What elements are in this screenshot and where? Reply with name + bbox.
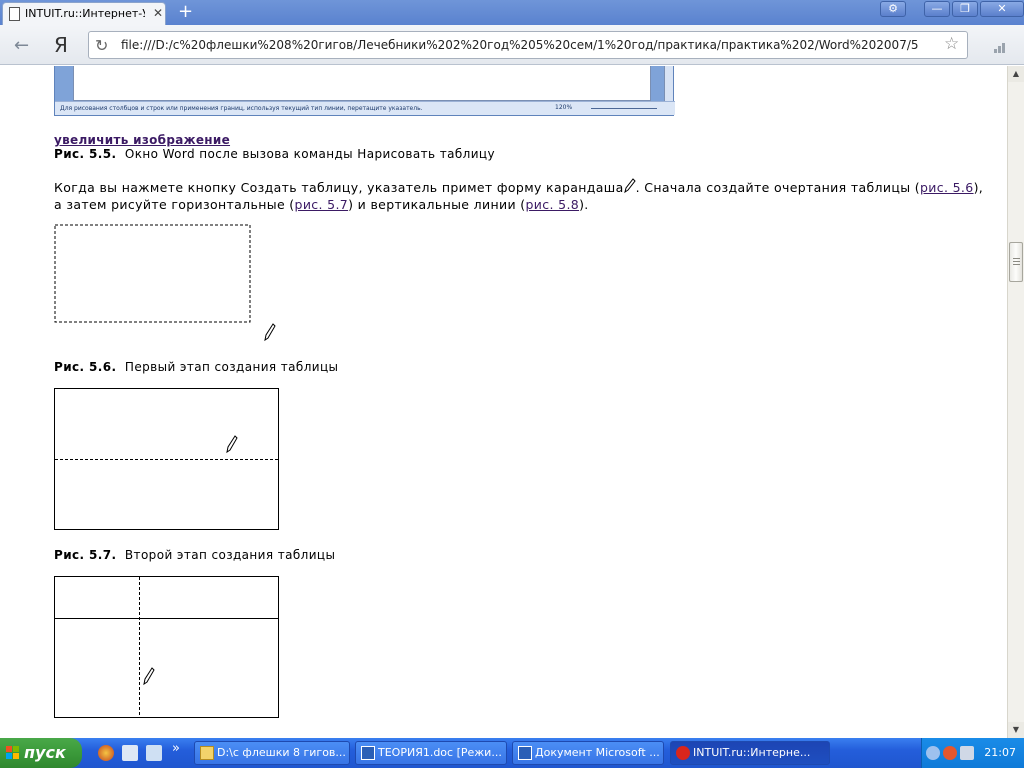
browser-titlebar: INTUIT.ru::Интернет-Ун ✕ + ⚙ — ❐ ✕ xyxy=(0,0,1024,25)
app-quicklaunch-icon[interactable] xyxy=(146,745,162,761)
figure-5-7-text: Второй этап создания таблицы xyxy=(124,548,336,562)
task-browser[interactable]: INTUIT.ru::Интерне... xyxy=(670,741,830,765)
address-url[interactable]: file:///D:/с%20флешки%208%20гигов/Лечебн… xyxy=(121,38,936,52)
quicklaunch-overflow[interactable]: » xyxy=(172,741,180,756)
language-flag-icon[interactable] xyxy=(960,746,974,760)
minimize-button[interactable]: — xyxy=(924,1,950,17)
back-icon[interactable]: ← xyxy=(14,35,29,56)
task-folder-label: D:\с флешки 8 гигов... xyxy=(217,746,346,759)
tray-expand-icon[interactable] xyxy=(926,746,940,760)
browser-quicklaunch-icon[interactable] xyxy=(98,745,114,761)
figure-5-8-image xyxy=(54,576,279,718)
word-zoom-control: 120% xyxy=(555,104,665,113)
new-tab-button[interactable]: + xyxy=(178,1,193,22)
enlarge-image-link[interactable]: увеличить изображение xyxy=(54,133,230,147)
word-icon xyxy=(361,746,375,760)
windows-taskbar: пуск » D:\с флешки 8 гигов... ТЕОРИЯ1.do… xyxy=(0,738,1024,768)
windows-flag-icon xyxy=(6,746,19,759)
task-folder[interactable]: D:\с флешки 8 гигов... xyxy=(194,741,350,765)
start-label: пуск xyxy=(24,743,66,762)
figure-5-7-caption: Рис. 5.7. Второй этап создания таблицы xyxy=(54,548,335,562)
task-word-document[interactable]: Документ Microsoft ... xyxy=(512,741,664,765)
figure-5-7-label: Рис. 5.7. xyxy=(54,548,117,562)
folder-icon xyxy=(200,746,214,760)
figure-5-6-caption: Рис. 5.6. Первый этап создания таблицы xyxy=(54,360,338,374)
yandex-logo[interactable]: Я xyxy=(54,33,68,57)
para-text-1: Когда вы нажмете кнопку Создать таблицу,… xyxy=(54,180,624,195)
figure-5-5-text: Окно Word после вызова команды Нарисоват… xyxy=(124,147,495,161)
browser-tab[interactable]: INTUIT.ru::Интернет-Ун ✕ xyxy=(2,2,166,25)
ref-fig-5-8-link[interactable]: рис. 5.8 xyxy=(526,197,580,212)
para-text-2: . Сначала создайте очертания таблицы ( xyxy=(635,180,920,195)
task-word-theory[interactable]: ТЕОРИЯ1.doc [Режи... xyxy=(355,741,507,765)
figure-5-7-image xyxy=(54,388,279,530)
settings-button[interactable]: ⚙ xyxy=(880,1,906,17)
figure-5-6-label: Рис. 5.6. xyxy=(54,360,117,374)
ref-fig-5-7-link[interactable]: рис. 5.7 xyxy=(295,197,349,212)
figure-5-6-image xyxy=(54,224,276,342)
figure-5-5-caption: Рис. 5.5. Окно Word после вызова команды… xyxy=(54,147,495,161)
para-text-5: ). xyxy=(579,197,589,212)
page-icon xyxy=(9,7,20,21)
navigation-bar: ← Я ↻ file:///D:/с%20флешки%208%20гигов/… xyxy=(0,25,1024,65)
address-bar[interactable]: ↻ file:///D:/с%20флешки%208%20гигов/Лече… xyxy=(88,31,968,59)
page-scrollbar[interactable]: ▲ ▼ xyxy=(1007,66,1024,738)
word-status-text: Для рисования столбцов и строк или приме… xyxy=(60,105,423,112)
scrollbar-thumb[interactable] xyxy=(1009,242,1023,282)
task-browser-label: INTUIT.ru::Интерне... xyxy=(693,746,811,759)
desktop-quicklaunch-icon[interactable] xyxy=(122,745,138,761)
close-window-button[interactable]: ✕ xyxy=(980,1,1024,17)
start-button[interactable]: пуск xyxy=(0,738,82,768)
figure-5-5-label: Рис. 5.5. xyxy=(54,147,117,161)
word-zoom-value: 120% xyxy=(555,104,573,111)
yandex-browser-icon xyxy=(676,746,690,760)
reload-icon[interactable]: ↻ xyxy=(95,36,108,55)
tab-title: INTUIT.ru::Интернет-Ун xyxy=(25,7,145,20)
task-word-document-label: Документ Microsoft ... xyxy=(535,746,660,759)
para-text-4: ) и вертикальные линии ( xyxy=(348,197,526,212)
word-icon xyxy=(518,746,532,760)
word-document-area xyxy=(73,66,651,101)
scroll-up-arrow-icon[interactable]: ▲ xyxy=(1008,66,1024,82)
signal-bars-icon[interactable] xyxy=(994,43,1008,53)
bookmark-star-icon[interactable]: ☆ xyxy=(944,34,959,54)
task-word-theory-label: ТЕОРИЯ1.doc [Режи... xyxy=(378,746,502,759)
system-tray: 21:07 xyxy=(921,738,1024,768)
instruction-paragraph: Когда вы нажмете кнопку Создать таблицу,… xyxy=(54,178,994,213)
tray-app-icon[interactable] xyxy=(943,746,957,760)
tab-close-button[interactable]: ✕ xyxy=(153,6,163,20)
maximize-button[interactable]: ❐ xyxy=(952,1,978,17)
ref-fig-5-6-link[interactable]: рис. 5.6 xyxy=(920,180,974,195)
word-screenshot-image: Для рисования столбцов и строк или приме… xyxy=(54,66,675,116)
page-content: Для рисования столбцов и строк или приме… xyxy=(0,66,1007,738)
clock: 21:07 xyxy=(984,746,1016,759)
word-scrollbar xyxy=(664,66,673,101)
figure-5-6-text: Первый этап создания таблицы xyxy=(124,360,339,374)
scroll-down-arrow-icon[interactable]: ▼ xyxy=(1008,722,1024,738)
pencil-icon xyxy=(623,178,636,194)
